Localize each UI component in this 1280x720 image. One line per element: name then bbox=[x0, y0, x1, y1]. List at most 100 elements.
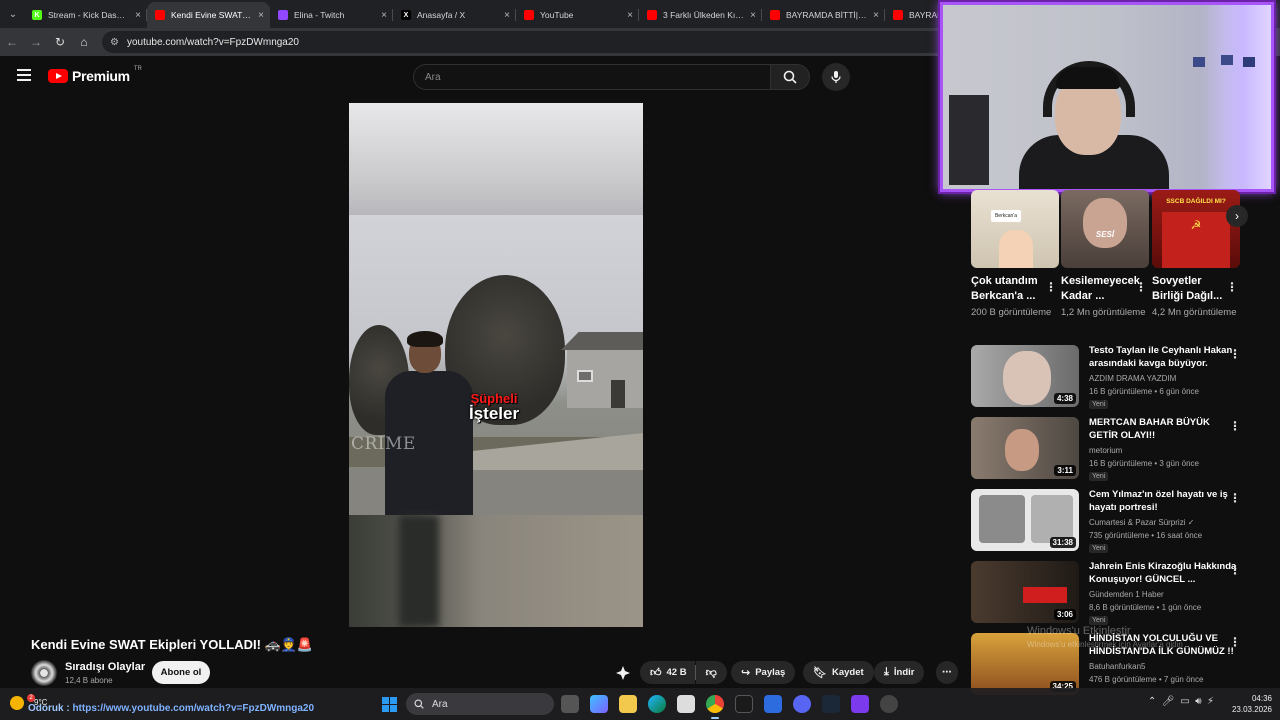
more-vertical-icon[interactable]: ⋮ bbox=[1229, 635, 1241, 649]
tab-title: Anasayfa / X bbox=[417, 10, 466, 20]
back-icon[interactable]: ← bbox=[0, 35, 24, 49]
channel-name[interactable]: Sıradışı Olaylar bbox=[65, 661, 145, 673]
save-button[interactable]: 🔖︎ Kaydet bbox=[803, 661, 874, 684]
channel-name[interactable]: AZDIM DRAMA YAZDIM bbox=[1089, 374, 1176, 383]
chat-link-url[interactable]: https://www.youtube.com/watch?v=FpzDWmng… bbox=[72, 703, 314, 714]
voice-search-button[interactable] bbox=[822, 63, 850, 91]
browser-tab[interactable]: K Stream - Kick Dashboard × bbox=[24, 2, 147, 28]
app-icon[interactable] bbox=[851, 695, 869, 713]
recommended-video[interactable]: 3:11 MERTCAN BAHAR BÜYÜK GETİR OLAYI!! m… bbox=[971, 417, 1271, 483]
tab-close-icon[interactable]: × bbox=[873, 10, 879, 21]
video-meta: 8,6 B görüntüleme • 1 gün önce bbox=[1089, 603, 1202, 612]
channel-name[interactable]: Batuhanfurkan5 bbox=[1089, 662, 1146, 671]
video-player[interactable]: Şüpheli İşteler CRIME bbox=[349, 103, 643, 627]
browser-tab[interactable]: YouTube × bbox=[516, 2, 639, 28]
browser-tab[interactable]: BAYRAMDA BİTTİ| Kan × bbox=[762, 2, 885, 28]
browser-tab[interactable]: Kendi Evine SWAT Ekipleri × bbox=[147, 2, 270, 28]
channel-name[interactable]: metorium bbox=[1089, 446, 1122, 455]
channel-name[interactable]: Cumartesi & Pazar Sürprizi ✓ bbox=[1089, 518, 1194, 527]
channel-name[interactable]: Gündemden 1 Haber bbox=[1089, 590, 1164, 599]
video-duration: 31:38 bbox=[1049, 537, 1076, 548]
site-info-icon[interactable]: ⚙ bbox=[110, 37, 119, 48]
browser-tab[interactable]: X Anasayfa / X × bbox=[393, 2, 516, 28]
tab-close-icon[interactable]: × bbox=[750, 10, 756, 21]
video-thumbnail[interactable]: 3:11 bbox=[971, 417, 1079, 479]
short-card[interactable]: SESİ Kesilemeyecek Kadar ... 1,2 Mn görü… bbox=[1061, 190, 1149, 319]
settings-app-icon[interactable] bbox=[764, 695, 782, 713]
video-duration: 3:06 bbox=[1053, 609, 1076, 620]
file-explorer-icon[interactable] bbox=[619, 695, 637, 713]
forward-icon[interactable]: → bbox=[24, 35, 48, 49]
recommended-video[interactable]: 3:06 Jahrein Enis Kirazoğlu Hakkında Kon… bbox=[971, 561, 1271, 627]
obs-icon[interactable] bbox=[880, 695, 898, 713]
short-thumbnail[interactable]: Berkcan'a bbox=[971, 190, 1059, 268]
dislike-button[interactable]: 👎︎ bbox=[695, 661, 727, 684]
suspect-figure bbox=[377, 331, 477, 515]
short-title: Sovyetler Birliği Dağıl... bbox=[1152, 275, 1223, 302]
more-actions-group: ⋯ bbox=[936, 661, 958, 684]
browser-tab[interactable]: 3 Farklı Ülkeden Kızla × bbox=[639, 2, 762, 28]
short-thumbnail[interactable]: SESİ bbox=[1061, 190, 1149, 268]
chrome-icon[interactable] bbox=[706, 695, 724, 719]
address-bar[interactable]: ⚙ youtube.com/watch?v=FpzDWmnga20 bbox=[102, 31, 982, 53]
windows-start-icon[interactable] bbox=[382, 697, 397, 712]
tab-search-chevron-icon[interactable]: ⌄ bbox=[2, 3, 24, 25]
more-vertical-icon[interactable]: ⋮ bbox=[1229, 563, 1241, 577]
tab-title: BAYRAMDA BİTTİ| Kan bbox=[786, 10, 868, 20]
recommended-video[interactable]: 4:38 Testo Taylan ile Ceyhanlı Hakan ara… bbox=[971, 345, 1271, 411]
tab-close-icon[interactable]: × bbox=[627, 10, 633, 21]
more-vertical-icon[interactable]: ⋮ bbox=[1135, 280, 1147, 294]
search-input[interactable]: Ara bbox=[413, 64, 771, 90]
tab-close-icon[interactable]: × bbox=[135, 10, 141, 21]
more-vertical-icon[interactable]: ⋮ bbox=[1229, 419, 1241, 433]
tab-close-icon[interactable]: × bbox=[504, 10, 510, 21]
logo-region: TR bbox=[133, 66, 142, 72]
video-thumbnail[interactable]: 3:06 bbox=[971, 561, 1079, 623]
widgets-icon[interactable] bbox=[590, 695, 608, 713]
short-thumbnail[interactable]: SSCB DAĞILDI MI? ☭ bbox=[1152, 190, 1240, 268]
like-button[interactable]: 👍︎ 42 B bbox=[640, 661, 695, 684]
steam-icon[interactable] bbox=[822, 695, 840, 713]
clock-date: 23.03.2026 bbox=[1231, 705, 1272, 714]
more-vertical-icon[interactable]: ⋮ bbox=[1229, 347, 1241, 361]
short-views: 4,2 Mn görüntüleme bbox=[1152, 307, 1237, 318]
store-icon[interactable] bbox=[677, 695, 695, 713]
task-view-icon[interactable] bbox=[561, 695, 579, 713]
chevron-right-icon[interactable]: › bbox=[1226, 205, 1248, 227]
download-button[interactable]: ⤓ İndir bbox=[874, 661, 925, 684]
tab-close-icon[interactable]: × bbox=[258, 10, 264, 21]
taskbar-clock[interactable]: 04:36 23.03.2026 bbox=[1226, 693, 1272, 715]
video-thumbnail[interactable]: 31:38 bbox=[971, 489, 1079, 551]
home-icon[interactable]: ⌂ bbox=[72, 35, 96, 49]
discord-icon[interactable] bbox=[793, 695, 811, 713]
short-card[interactable]: Berkcan'a Çok utandım Berkcan'a ... 200 … bbox=[971, 190, 1059, 319]
browser-tab[interactable]: Elina - Twitch × bbox=[270, 2, 393, 28]
search-button[interactable] bbox=[770, 64, 810, 90]
video-thumbnail[interactable]: 4:38 bbox=[971, 345, 1079, 407]
tab-title: YouTube bbox=[540, 10, 574, 20]
video-frame-sky bbox=[349, 103, 643, 215]
tab-favicon-icon bbox=[893, 10, 903, 20]
more-actions-button[interactable]: ⋯ bbox=[936, 661, 958, 684]
reload-icon[interactable]: ↻ bbox=[48, 35, 72, 49]
youtube-premium-logo[interactable]: Premium TR bbox=[48, 66, 142, 84]
download-group: ⤓ İndir bbox=[874, 661, 925, 684]
terminal-icon[interactable] bbox=[735, 695, 753, 713]
recommended-video[interactable]: 31:38 Cem Yılmaz'ın özel hayatı ve iş ha… bbox=[971, 489, 1271, 555]
share-button[interactable]: ↪ Paylaş bbox=[731, 661, 796, 684]
more-vertical-icon[interactable]: ⋮ bbox=[1226, 280, 1238, 294]
tab-close-icon[interactable]: × bbox=[381, 10, 387, 21]
save-label: Kaydet bbox=[831, 667, 864, 678]
channel-avatar[interactable] bbox=[31, 660, 57, 686]
more-vertical-icon[interactable]: ⋮ bbox=[1229, 491, 1241, 505]
video-meta: 16 B görüntüleme • 6 gün önce bbox=[1089, 387, 1199, 396]
ai-sparkle-icon[interactable] bbox=[615, 665, 631, 681]
subscribe-button[interactable]: Abone ol bbox=[152, 661, 210, 684]
edge-icon[interactable] bbox=[648, 695, 666, 713]
more-vertical-icon[interactable]: ⋮ bbox=[1045, 280, 1057, 294]
system-tray[interactable]: ⌃ 🎤︎ ▭ 🔊︎ ⚡︎ bbox=[1148, 696, 1214, 707]
search-icon bbox=[414, 699, 424, 709]
menu-icon[interactable] bbox=[17, 69, 31, 81]
taskbar-search[interactable]: Ara bbox=[406, 693, 554, 715]
video-title: Kendi Evine SWAT Ekipleri YOLLADI! 🚓👮🚨 bbox=[31, 637, 314, 652]
